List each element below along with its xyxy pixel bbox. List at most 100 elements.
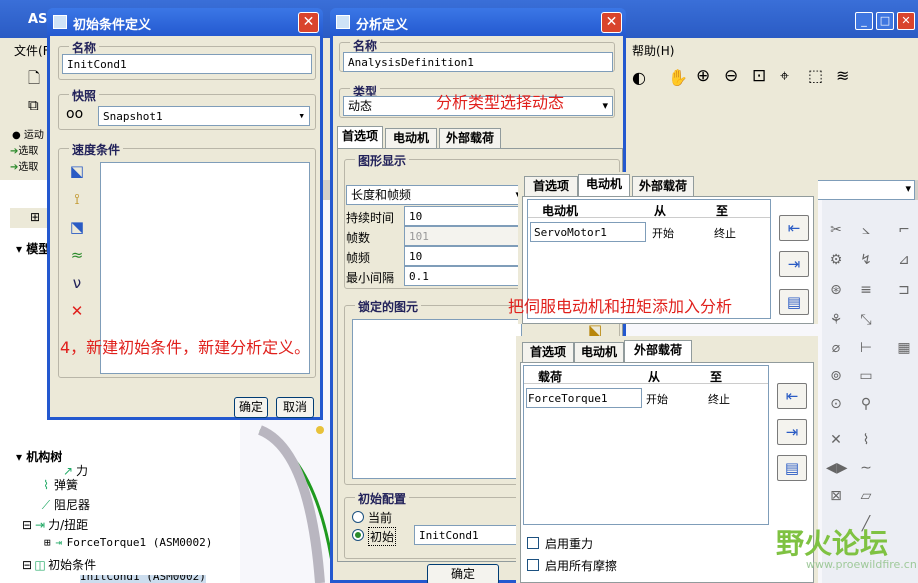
sphere-icon[interactable]: ◐ bbox=[632, 68, 646, 87]
tool-icon-13[interactable]: ⊢ bbox=[856, 338, 876, 358]
left-item-3[interactable]: ➔选取 bbox=[10, 158, 38, 173]
tool-icon-7[interactable]: ⊛ bbox=[826, 280, 846, 300]
init-ok-button[interactable]: 确定 bbox=[234, 397, 268, 418]
close-icon[interactable]: ✕ bbox=[298, 12, 319, 33]
load-from-cell: 开始 bbox=[646, 393, 668, 406]
load-panel-tab-loads[interactable]: 外部载荷 bbox=[624, 340, 692, 362]
snapshot-select[interactable]: Snapshot1 bbox=[98, 106, 310, 126]
tool-icon-11[interactable]: ⤡ bbox=[856, 310, 876, 330]
tool-icon-23[interactable]: ∼ bbox=[856, 458, 876, 478]
init-condition-select[interactable]: InitCond1 bbox=[414, 525, 524, 545]
tangent-slot-velocity-icon[interactable]: ≈ bbox=[66, 246, 88, 264]
step-annotation: 4，新建初始条件，新建分析定义。 bbox=[60, 338, 311, 357]
refit-icon[interactable]: ⊡ bbox=[752, 66, 766, 86]
tool-icon-9[interactable]: ⊐ bbox=[894, 280, 914, 300]
tool-icon-6[interactable]: ⊿ bbox=[894, 250, 914, 270]
add-all-motors-icon[interactable]: ⇥ bbox=[779, 251, 809, 277]
tool-icon-20[interactable]: ✕ bbox=[826, 430, 846, 450]
tree-item-initcond1[interactable]: InitCond1 (ASM0002) bbox=[80, 575, 206, 583]
duration-field[interactable]: 10 bbox=[404, 206, 524, 226]
new-file-icon[interactable]: 🗋 bbox=[28, 68, 40, 93]
tree-item-force-torque[interactable]: ⊟ ⇥ 力/扭距 bbox=[22, 516, 88, 533]
load-col-header: 载荷 bbox=[538, 370, 563, 384]
motor-panel-tab-preferences[interactable]: 首选项 bbox=[524, 176, 578, 196]
tree-item-damper-label: 阻尼器 bbox=[54, 498, 91, 512]
tree-item-forcetorque1[interactable]: ⊞ ⇥ ForceTorque1 (ASM0002) bbox=[44, 536, 212, 549]
tree-item-init-conditions[interactable]: ⊟ ◫ 初始条件 bbox=[22, 556, 96, 573]
load-list-icon[interactable]: ▤ bbox=[777, 455, 807, 481]
point-velocity-icon[interactable]: ⬕ bbox=[66, 162, 88, 180]
tool-icon-18[interactable]: ⚲ bbox=[856, 394, 876, 414]
tool-icon-15[interactable]: ⊚ bbox=[826, 366, 846, 386]
tool-icon-22[interactable]: ◀▶ bbox=[826, 458, 848, 478]
tree-tab-icon[interactable]: ⊞ bbox=[30, 210, 40, 224]
motor-list-icon[interactable]: ▤ bbox=[779, 289, 809, 315]
init-name-field[interactable]: InitCond1 bbox=[62, 54, 312, 74]
copy-icon[interactable]: ⧉ bbox=[28, 96, 39, 114]
tool-icon-16[interactable]: ▭ bbox=[856, 366, 876, 386]
tool-icon-4[interactable]: ⚙ bbox=[826, 250, 846, 270]
current-radio[interactable] bbox=[352, 511, 364, 523]
loads-table[interactable]: 载荷 从 至 ForceTorque1 开始 终止 bbox=[523, 365, 769, 525]
layers-icon[interactable]: ≋ bbox=[836, 66, 849, 85]
tool-icon-14[interactable]: ▦ bbox=[894, 338, 914, 358]
glasses-icon[interactable]: oo bbox=[66, 106, 83, 122]
graphics-mode-select[interactable]: 长度和帧频 bbox=[346, 185, 526, 205]
add-all-loads-icon[interactable]: ⇥ bbox=[777, 419, 807, 445]
min-interval-field[interactable]: 0.1 bbox=[404, 266, 524, 286]
tab-preferences[interactable]: 首选项 bbox=[337, 126, 383, 148]
pan-hand-icon[interactable]: ✋ bbox=[668, 68, 688, 87]
tool-icon-19[interactable] bbox=[826, 402, 846, 422]
friction-checkbox[interactable] bbox=[527, 559, 539, 571]
close-icon[interactable]: ✕ bbox=[601, 12, 622, 33]
orient-icon[interactable]: ⌖ bbox=[780, 66, 789, 86]
tool-icon-10[interactable]: ⚘ bbox=[826, 310, 846, 330]
frames-field[interactable]: 101 bbox=[404, 226, 524, 246]
tab-motors[interactable]: 电动机 bbox=[385, 128, 437, 148]
load-panel-tab-preferences[interactable]: 首选项 bbox=[522, 342, 574, 362]
tool-icon-24[interactable]: ⊠ bbox=[826, 486, 846, 506]
minimize-icon[interactable]: _ bbox=[855, 12, 873, 30]
tool-icon-25[interactable]: ▱ bbox=[856, 486, 876, 506]
tree-item-damper[interactable]: ⟋ 阻尼器 bbox=[38, 496, 90, 513]
motor-panel-tab-loads[interactable]: 外部载荷 bbox=[632, 176, 694, 196]
motor-panel-tab-motors[interactable]: 电动机 bbox=[578, 174, 630, 196]
tool-icon-5[interactable]: ↯ bbox=[856, 250, 876, 270]
motion-axis-velocity-icon[interactable]: ⟟ bbox=[66, 190, 88, 208]
close-icon[interactable]: ✕ bbox=[897, 12, 915, 30]
init-cancel-button[interactable]: 取消 bbox=[276, 397, 314, 418]
left-item-1-label: 运动 bbox=[23, 130, 44, 141]
tool-icon-8[interactable]: ≡ bbox=[856, 280, 876, 300]
gravity-checkbox[interactable] bbox=[527, 537, 539, 549]
analysis-ok-button[interactable]: 确定 bbox=[427, 564, 499, 583]
tool-icon-12[interactable]: ⌀ bbox=[826, 338, 846, 358]
motors-table-header: 电动机 从 至 bbox=[528, 200, 770, 218]
add-load-icon[interactable]: ⇤ bbox=[777, 383, 807, 409]
menu-help[interactable]: 帮助(H) bbox=[632, 42, 674, 59]
model-tree-title[interactable]: ▾ 模型 bbox=[16, 240, 50, 257]
maximize-icon[interactable]: □ bbox=[876, 12, 894, 30]
load-panel-tab-motors[interactable]: 电动机 bbox=[574, 342, 624, 362]
left-item-2[interactable]: ➔选取 bbox=[10, 142, 38, 157]
zoom-out-icon[interactable]: ⊖ bbox=[724, 66, 738, 86]
add-motor-icon[interactable]: ⇤ bbox=[779, 215, 809, 241]
zoom-in-icon[interactable]: ⊕ bbox=[696, 66, 710, 86]
left-item-1[interactable]: ● 运动 bbox=[12, 126, 44, 141]
tool-icon-21[interactable]: ⌇ bbox=[856, 430, 876, 450]
tool-icon-3[interactable]: ⌐ bbox=[894, 220, 914, 240]
load-to-cell: 终止 bbox=[708, 393, 730, 406]
angular-velocity-icon[interactable]: ⬔ bbox=[66, 218, 88, 236]
tab-external-loads[interactable]: 外部载荷 bbox=[439, 128, 501, 148]
check-velocity-icon[interactable]: ν bbox=[66, 274, 88, 292]
view-manager-icon[interactable]: ⬚ bbox=[808, 66, 823, 85]
initial-radio[interactable] bbox=[352, 529, 364, 541]
tree-item-spring[interactable]: ⌇ 弹簧 bbox=[38, 476, 78, 493]
tool-icon-2[interactable]: ⦣ bbox=[856, 220, 876, 240]
analysis-name-field[interactable]: AnalysisDefinition1 bbox=[343, 52, 613, 72]
tool-icon-1[interactable]: ✂ bbox=[826, 220, 846, 240]
motor-col-header: 电动机 bbox=[542, 204, 579, 218]
delete-icon[interactable]: ✕ bbox=[66, 302, 88, 320]
mechanism-tree-title[interactable]: ▾ 机构树 bbox=[16, 448, 62, 465]
locked-entities-list[interactable] bbox=[352, 319, 522, 479]
frame-rate-field[interactable]: 10 bbox=[404, 246, 524, 266]
